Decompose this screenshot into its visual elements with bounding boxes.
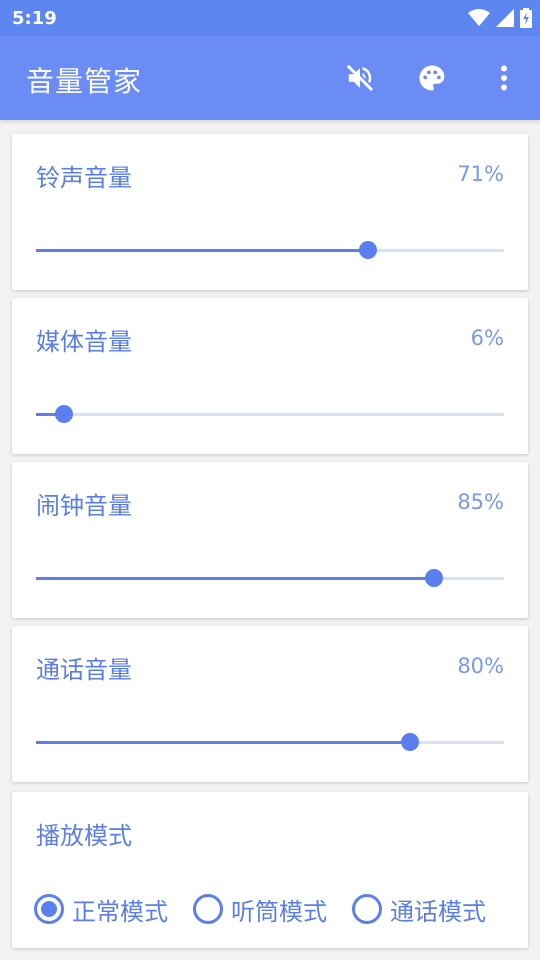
call-volume-card: 通话音量 80% xyxy=(12,626,528,782)
alarm-volume-slider[interactable] xyxy=(36,568,504,588)
card-title: 媒体音量 xyxy=(36,328,132,356)
play-mode-title: 播放模式 xyxy=(36,822,132,850)
mute-button[interactable] xyxy=(340,58,380,98)
theme-button[interactable] xyxy=(412,58,452,98)
status-bar: 5:19 xyxy=(0,0,540,36)
mute-icon xyxy=(347,65,373,91)
battery-charging-icon xyxy=(520,8,532,28)
radio-earpiece-mode[interactable]: 听筒模式 xyxy=(193,892,327,927)
wifi-icon xyxy=(468,9,490,27)
slider-thumb[interactable] xyxy=(55,405,74,423)
play-mode-card: 播放模式 正常模式 听筒模式 通话模式 xyxy=(12,792,528,948)
card-title: 闹钟音量 xyxy=(36,492,132,520)
volume-percent: 6% xyxy=(470,326,504,350)
slider-track xyxy=(36,413,504,416)
media-volume-slider[interactable] xyxy=(36,404,504,424)
radio-button[interactable] xyxy=(193,894,223,924)
volume-percent: 85% xyxy=(457,490,504,514)
cell-signal-icon xyxy=(496,9,514,27)
slider-fill xyxy=(36,577,434,580)
volume-percent: 71% xyxy=(457,162,504,186)
app-title: 音量管家 xyxy=(26,65,143,98)
radio-label: 正常模式 xyxy=(72,897,168,926)
overflow-menu-button[interactable] xyxy=(484,58,524,98)
radio-button[interactable] xyxy=(34,894,64,924)
radio-normal-mode[interactable]: 正常模式 xyxy=(34,892,168,927)
card-title: 铃声音量 xyxy=(36,164,132,192)
more-vert-icon xyxy=(501,65,507,91)
radio-label: 通话模式 xyxy=(390,897,486,926)
slider-fill xyxy=(36,741,411,744)
radio-label: 听筒模式 xyxy=(231,897,327,926)
status-icons xyxy=(468,7,532,29)
play-mode-radio-group: 正常模式 听筒模式 通话模式 xyxy=(34,892,486,926)
media-volume-card: 媒体音量 6% xyxy=(12,298,528,454)
radio-button[interactable] xyxy=(352,894,382,924)
slider-thumb[interactable] xyxy=(424,569,443,587)
call-volume-slider[interactable] xyxy=(36,732,504,752)
palette-icon xyxy=(419,65,445,91)
ring-volume-card: 铃声音量 71% xyxy=(12,134,528,290)
slider-thumb[interactable] xyxy=(359,241,378,259)
ring-volume-slider[interactable] xyxy=(36,240,504,260)
app-bar: 音量管家 xyxy=(0,36,540,120)
card-title: 通话音量 xyxy=(36,656,132,684)
status-time: 5:19 xyxy=(12,8,57,29)
alarm-volume-card: 闹钟音量 85% xyxy=(12,462,528,618)
radio-call-mode[interactable]: 通话模式 xyxy=(352,892,486,927)
slider-thumb[interactable] xyxy=(401,733,420,751)
slider-fill xyxy=(36,249,369,252)
volume-percent: 80% xyxy=(457,654,504,678)
